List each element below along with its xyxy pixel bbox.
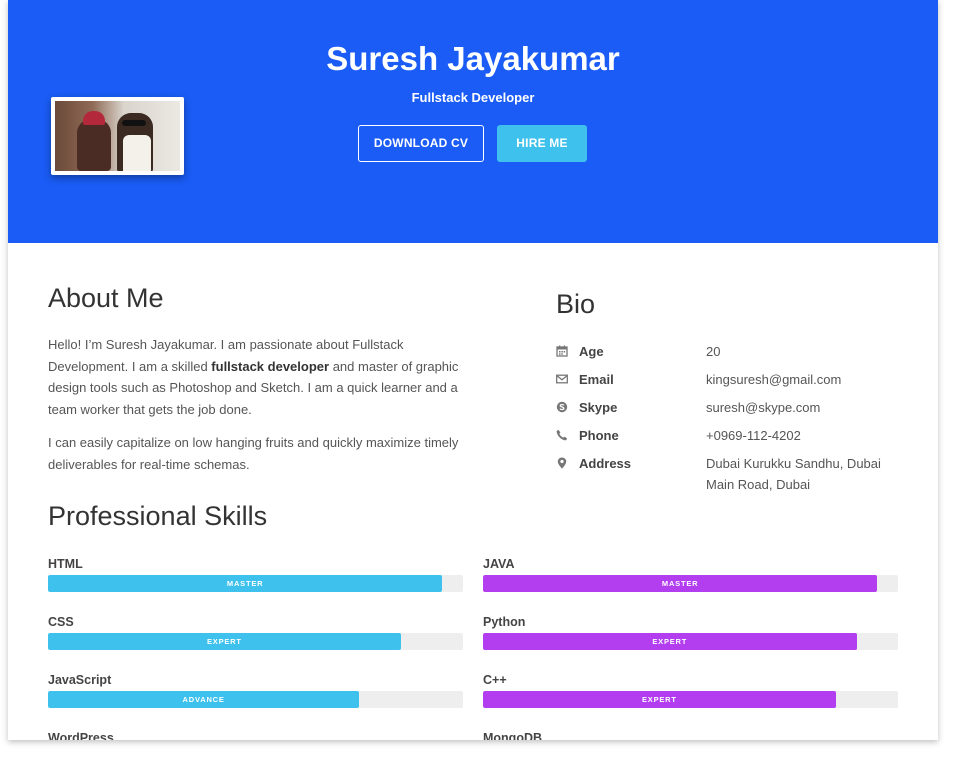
skill-progress-track: ADVANCE bbox=[48, 691, 463, 708]
skill-name: MongoDB bbox=[483, 731, 543, 740]
skill-progress-bar: MASTER bbox=[483, 575, 878, 592]
skill-name: WordPress bbox=[48, 731, 114, 740]
bio-key: Age bbox=[579, 344, 604, 359]
skill-progress-track: EXPERT bbox=[483, 633, 898, 650]
hire-me-button[interactable]: HIRE ME bbox=[497, 125, 587, 162]
skill-name: HTML bbox=[48, 557, 83, 571]
skill-name: JAVA bbox=[483, 557, 515, 571]
skills-title: Professional Skills bbox=[48, 501, 268, 531]
bio-key: Email bbox=[579, 372, 614, 387]
skype-icon bbox=[556, 401, 568, 413]
skill-progress-track: MASTER bbox=[48, 575, 463, 592]
bio-value: +0969-112-4202 bbox=[706, 428, 801, 443]
skill-progress-bar: EXPERT bbox=[483, 633, 857, 650]
bio-value: suresh@skype.com bbox=[706, 400, 821, 415]
avatar-photo bbox=[55, 101, 180, 171]
bio-value: 20 bbox=[706, 344, 721, 359]
skill-progress-track: EXPERT bbox=[483, 691, 898, 708]
about-paragraph-1: Hello! I’m Suresh Jayakumar. I am passio… bbox=[48, 334, 468, 420]
skill-name: JavaScript bbox=[48, 673, 112, 687]
calendar-icon bbox=[556, 345, 568, 357]
skill-progress-bar: EXPERT bbox=[48, 633, 401, 650]
avatar bbox=[51, 97, 184, 175]
bio-value[interactable]: kingsuresh@gmail.com bbox=[706, 369, 896, 390]
skill-progress-track: EXPERT bbox=[48, 633, 463, 650]
bio-value: Dubai Kurukku Sandhu, Dubai Main Road, D… bbox=[706, 456, 881, 492]
about-paragraph-2: I can easily capitalize on low hanging f… bbox=[48, 435, 459, 472]
skill-name: CSS bbox=[48, 615, 74, 629]
profile-name: Suresh Jayakumar bbox=[326, 40, 620, 77]
envelope-icon bbox=[556, 373, 568, 385]
download-cv-button[interactable]: DOWNLOAD CV bbox=[358, 125, 484, 162]
page: Suresh Jayakumar Fullstack Developer DOW… bbox=[0, 0, 958, 772]
bio-key: Phone bbox=[579, 428, 619, 443]
map-marker-icon bbox=[556, 457, 568, 469]
skill-progress-track: MASTER bbox=[483, 575, 898, 592]
skill-progress-bar: EXPERT bbox=[483, 691, 836, 708]
bio-key: Address bbox=[579, 456, 632, 471]
resume-card: Suresh Jayakumar Fullstack Developer DOW… bbox=[8, 0, 938, 740]
skill-name: Python bbox=[483, 615, 526, 629]
bio-title: Bio bbox=[556, 289, 596, 319]
profile-role: Fullstack Developer bbox=[411, 90, 535, 105]
about-title: About Me bbox=[48, 283, 164, 313]
about-text-bold: fullstack developer bbox=[211, 358, 330, 374]
skill-progress-bar: ADVANCE bbox=[48, 691, 360, 708]
skill-progress-bar: MASTER bbox=[48, 575, 443, 592]
bio-key: Skype bbox=[579, 400, 618, 415]
skill-name: C++ bbox=[483, 673, 507, 687]
profile-header: Suresh Jayakumar Fullstack Developer DOW… bbox=[8, 0, 938, 243]
phone-icon bbox=[556, 429, 568, 441]
